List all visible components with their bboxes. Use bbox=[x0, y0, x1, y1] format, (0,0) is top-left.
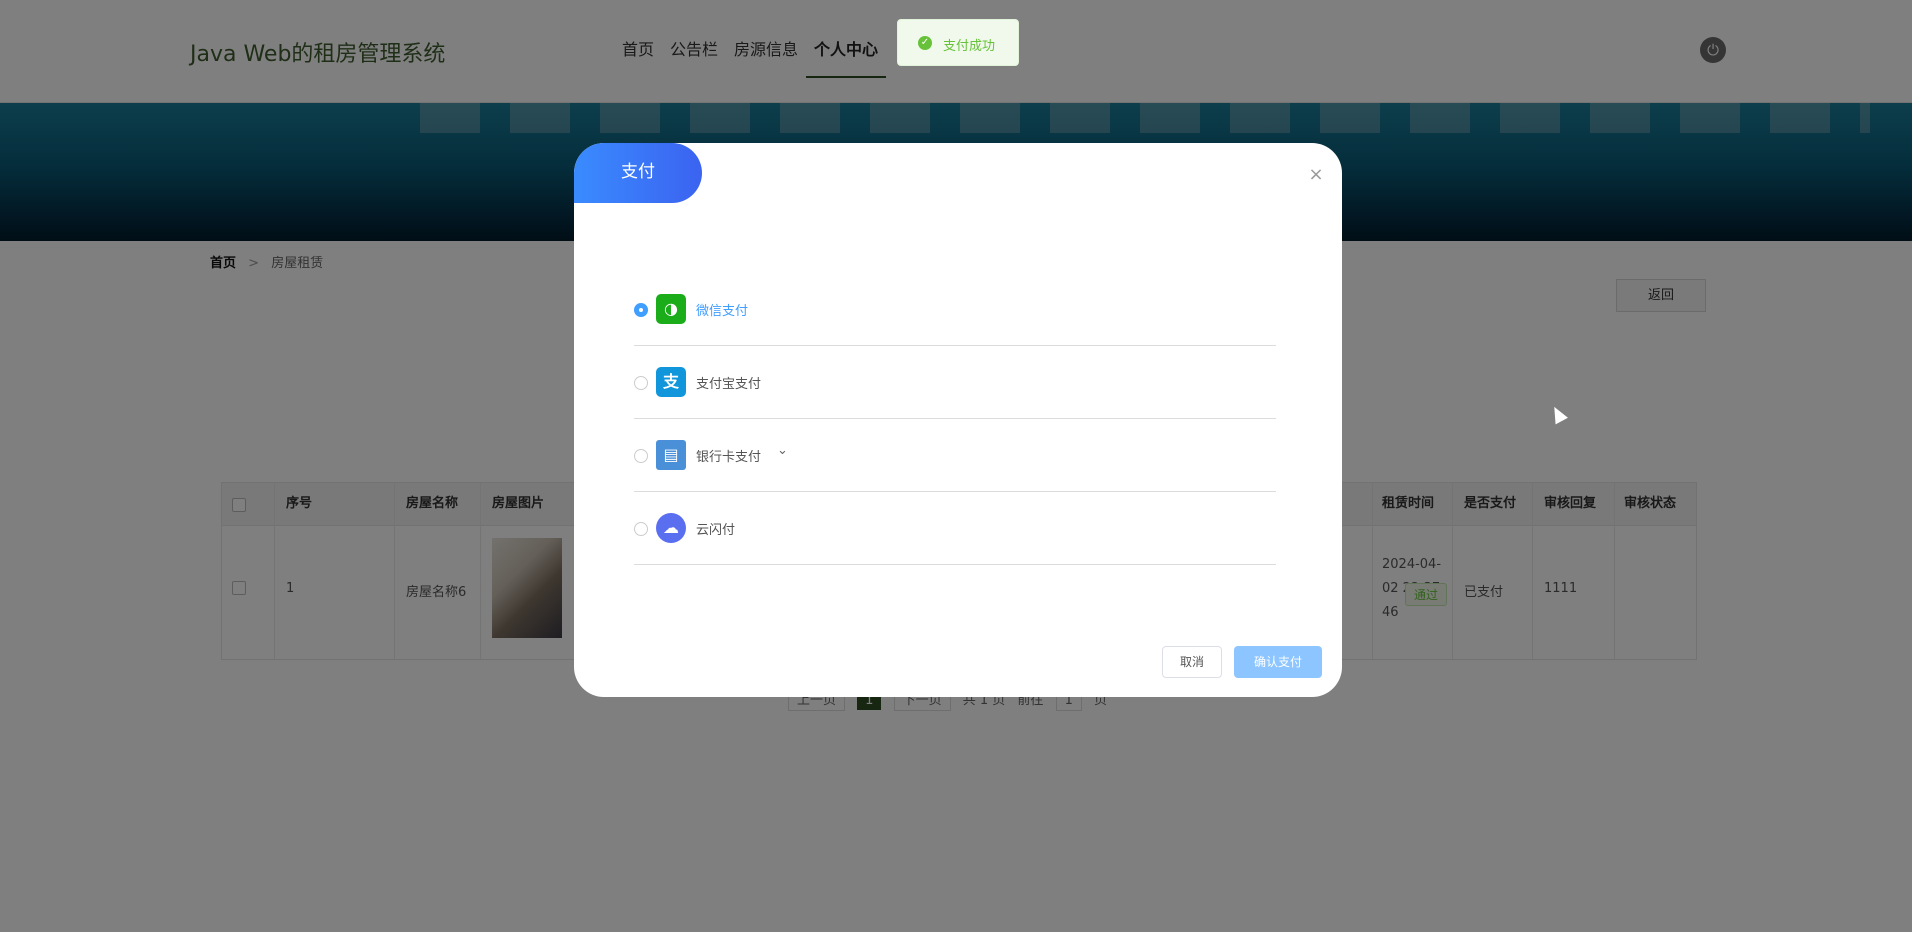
confirm-pay-button[interactable]: 确认支付 bbox=[1234, 646, 1322, 678]
dialog-title: 支付 bbox=[574, 143, 702, 203]
pay-label-unionpay: 云闪付 bbox=[696, 523, 736, 538]
close-icon[interactable]: × bbox=[1306, 165, 1326, 185]
pay-option-bank-card[interactable]: ▤ 银行卡支付 ⌄ bbox=[634, 419, 1276, 492]
cancel-button[interactable]: 取消 bbox=[1162, 646, 1222, 678]
pay-label-wechat: 微信支付 bbox=[696, 304, 749, 319]
pay-option-alipay[interactable]: 支 支付宝支付 bbox=[634, 346, 1276, 419]
payment-dialog: 支付 × ◑ 微信支付 支 支付宝支付 ▤ 银行卡支付 ⌄ ☁ 云闪付 取消 确… bbox=[574, 143, 1342, 697]
check-circle-icon: ✓ bbox=[918, 36, 932, 50]
wechat-pay-icon: ◑ bbox=[656, 294, 686, 324]
radio-alipay[interactable] bbox=[634, 376, 648, 390]
chevron-down-icon[interactable]: ⌄ bbox=[777, 443, 788, 458]
radio-bank-card[interactable] bbox=[634, 449, 648, 463]
success-toast: ✓ 支付成功 bbox=[897, 19, 1019, 66]
pay-option-unionpay[interactable]: ☁ 云闪付 bbox=[634, 492, 1276, 565]
bank-card-icon: ▤ bbox=[656, 440, 686, 470]
pay-option-wechat[interactable]: ◑ 微信支付 bbox=[634, 273, 1276, 346]
pay-label-alipay: 支付宝支付 bbox=[696, 377, 762, 392]
radio-wechat[interactable] bbox=[634, 303, 648, 317]
unionpay-cloud-icon: ☁ bbox=[656, 513, 686, 543]
radio-unionpay[interactable] bbox=[634, 522, 648, 536]
pay-label-bank-card: 银行卡支付 bbox=[696, 450, 762, 465]
toast-message: 支付成功 bbox=[943, 39, 996, 54]
alipay-icon: 支 bbox=[656, 367, 686, 397]
